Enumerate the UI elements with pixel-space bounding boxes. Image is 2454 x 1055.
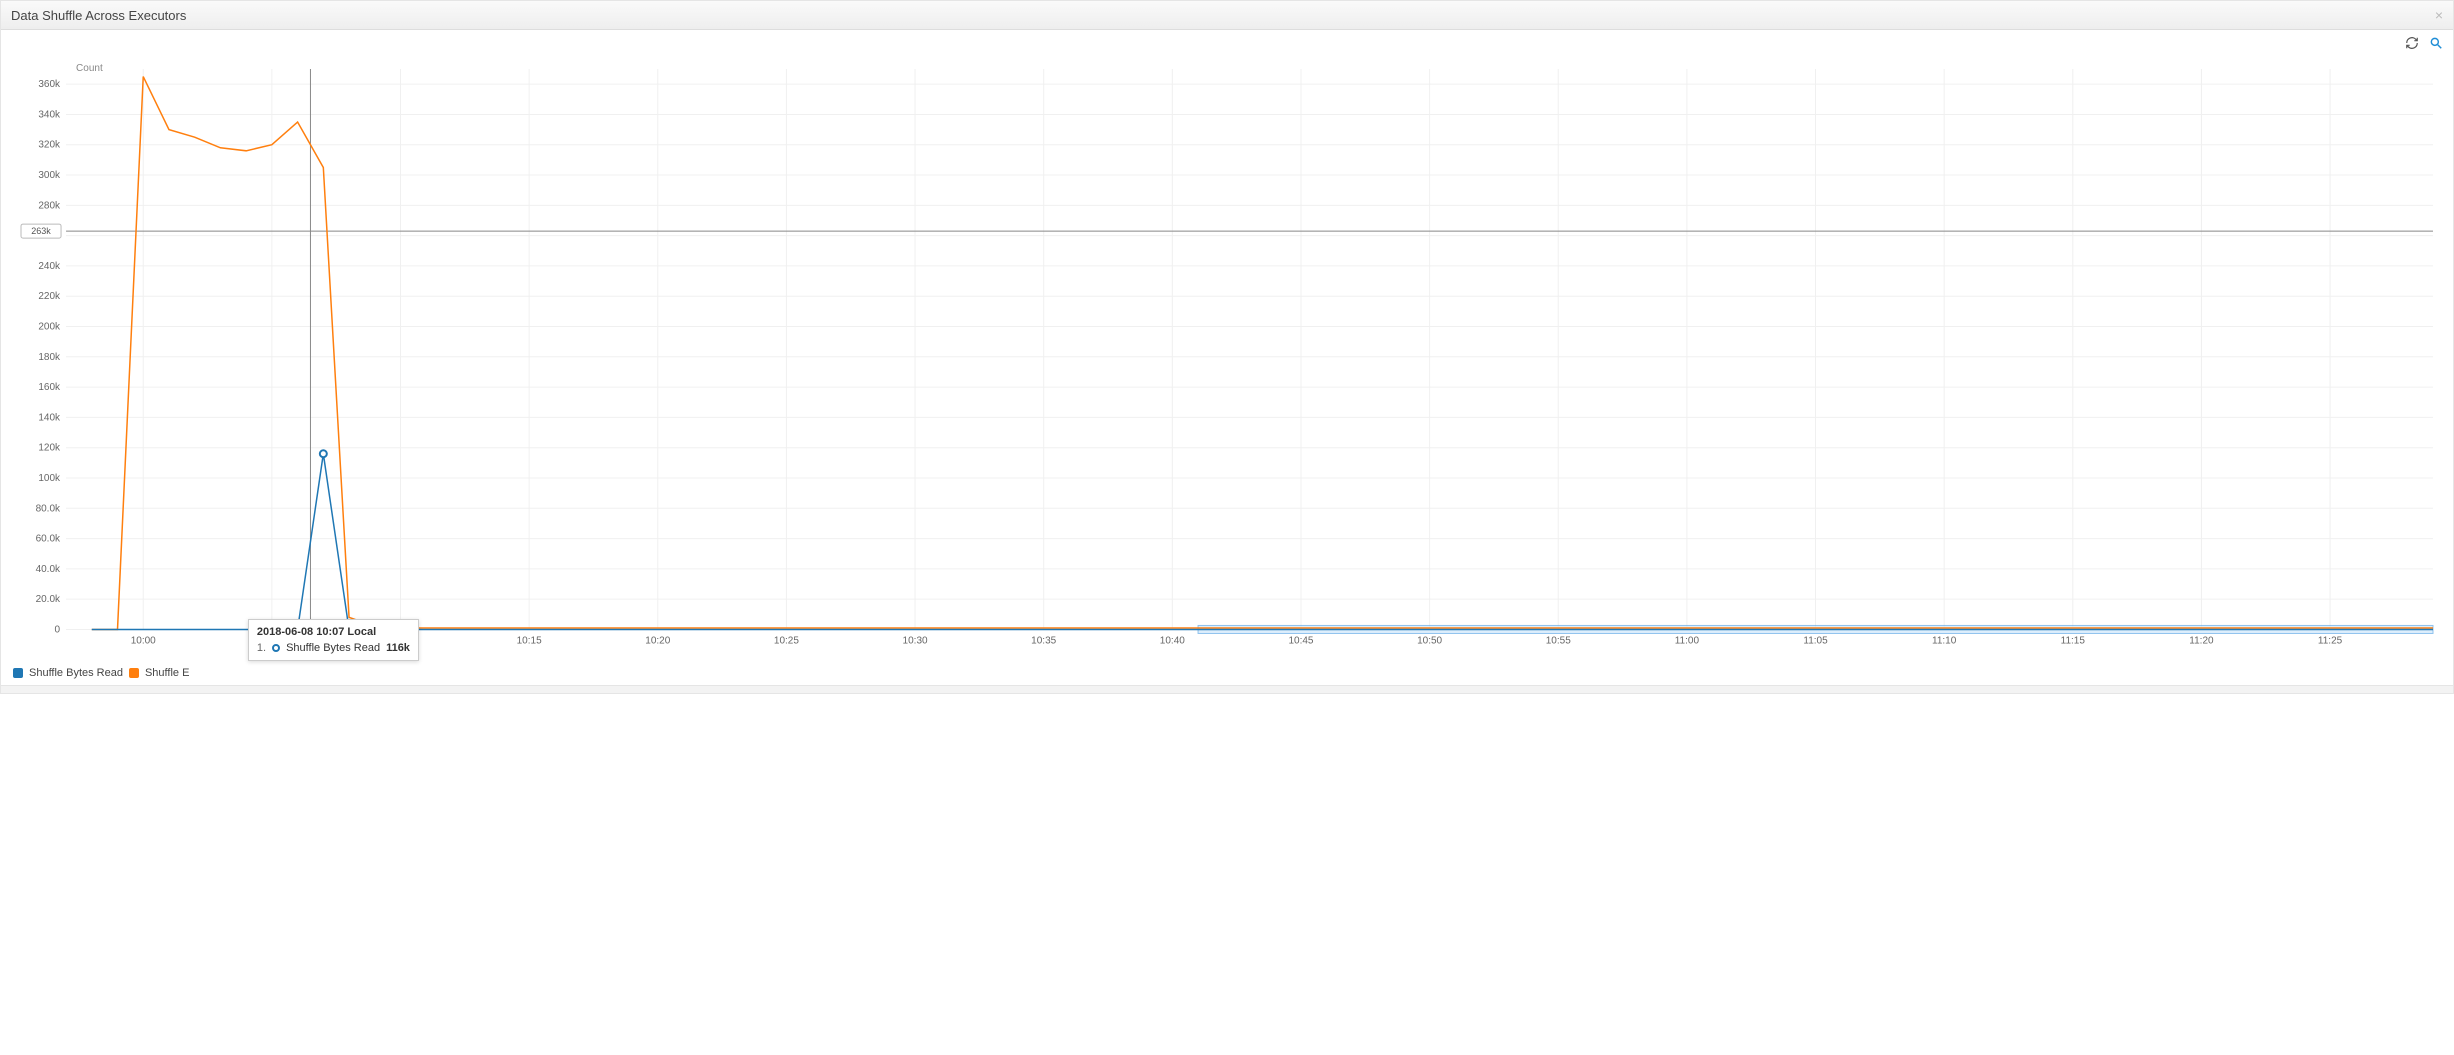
svg-text:320k: 320k	[38, 140, 61, 151]
svg-text:263k: 263k	[31, 226, 51, 236]
svg-text:0: 0	[54, 624, 60, 635]
svg-text:360k: 360k	[38, 79, 61, 90]
svg-text:100k: 100k	[38, 473, 61, 484]
line-chart[interactable]: Count 0 20.0k 40.0k 60.0k 80.0k 100k 120k 140k 16…	[11, 59, 2443, 659]
svg-text:120k: 120k	[38, 443, 61, 454]
svg-text:180k: 180k	[38, 352, 61, 363]
svg-text:10:40: 10:40	[1160, 635, 1185, 646]
svg-text:10:50: 10:50	[1417, 635, 1442, 646]
footer-strip	[1, 685, 2453, 693]
tooltip-value: 116k	[386, 642, 410, 654]
svg-text:80.0k: 80.0k	[36, 503, 61, 514]
refresh-icon[interactable]	[2405, 36, 2419, 53]
zoom-icon[interactable]	[2429, 36, 2443, 53]
tooltip-series: Shuffle Bytes Read	[286, 642, 380, 654]
svg-text:11:05: 11:05	[1803, 635, 1828, 646]
svg-text:Count: Count	[76, 63, 103, 74]
tooltip-index: 1.	[257, 642, 266, 654]
svg-text:10:30: 10:30	[903, 635, 928, 646]
svg-text:11:25: 11:25	[2318, 635, 2343, 646]
svg-text:11:20: 11:20	[2189, 635, 2214, 646]
svg-text:10:00: 10:00	[131, 635, 156, 646]
chart-toolbar	[1, 30, 2453, 59]
close-icon[interactable]: ×	[2435, 7, 2443, 23]
svg-text:10:25: 10:25	[774, 635, 799, 646]
svg-text:40.0k: 40.0k	[36, 564, 61, 575]
svg-text:60.0k: 60.0k	[36, 534, 61, 545]
svg-text:10:15: 10:15	[517, 635, 542, 646]
svg-text:140k: 140k	[38, 412, 61, 423]
hover-tooltip: 2018-06-08 10:07 Local 1. Shuffle Bytes …	[248, 619, 419, 661]
tooltip-marker-icon	[272, 644, 280, 652]
svg-text:240k: 240k	[38, 261, 61, 272]
chart-legend: Shuffle Bytes Read Shuffle E	[1, 663, 2453, 685]
svg-text:280k: 280k	[38, 200, 61, 211]
svg-text:10:35: 10:35	[1031, 635, 1056, 646]
svg-text:10:45: 10:45	[1288, 635, 1313, 646]
legend-label[interactable]: Shuffle Bytes Read	[29, 667, 123, 679]
tooltip-row: 1. Shuffle Bytes Read 116k	[257, 642, 410, 654]
svg-text:10:20: 10:20	[645, 635, 670, 646]
svg-text:340k: 340k	[38, 109, 61, 120]
svg-text:300k: 300k	[38, 170, 61, 181]
svg-text:10:55: 10:55	[1546, 635, 1571, 646]
svg-text:20.0k: 20.0k	[36, 594, 61, 605]
chart-panel: Data Shuffle Across Executors × Count 0 20…	[0, 0, 2454, 694]
legend-swatch	[129, 668, 139, 678]
svg-text:11:10: 11:10	[1932, 635, 1957, 646]
legend-swatch	[13, 668, 23, 678]
panel-header: Data Shuffle Across Executors ×	[1, 1, 2453, 30]
svg-text:160k: 160k	[38, 382, 61, 393]
svg-text:11:15: 11:15	[2061, 635, 2086, 646]
svg-text:11:00: 11:00	[1675, 635, 1700, 646]
chart-area[interactable]: Count 0 20.0k 40.0k 60.0k 80.0k 100k 120k 140k 16…	[1, 59, 2453, 663]
panel-title: Data Shuffle Across Executors	[11, 8, 186, 23]
legend-label[interactable]: Shuffle E	[145, 667, 189, 679]
tooltip-title: 2018-06-08 10:07 Local	[257, 626, 410, 638]
svg-text:200k: 200k	[38, 322, 61, 333]
svg-text:220k: 220k	[38, 291, 61, 302]
